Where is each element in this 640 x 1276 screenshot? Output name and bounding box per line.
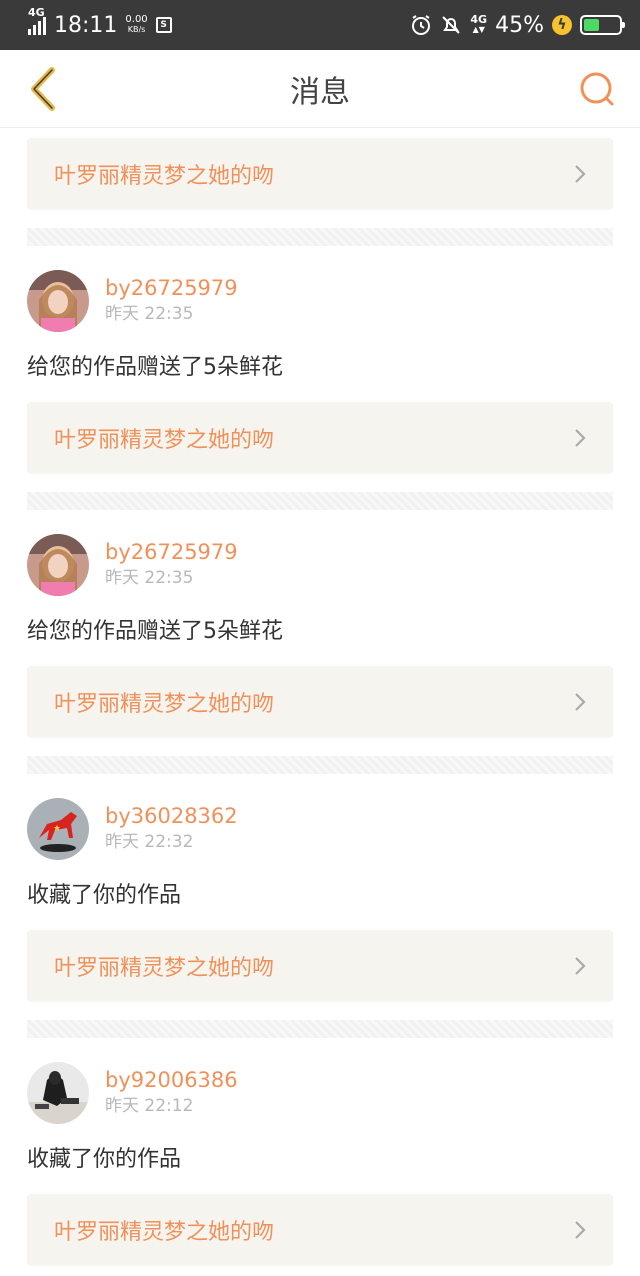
message-list: 叶罗丽精灵梦之她的吻 by26725979 昨天 22:35 给您的作品赠送了5… [0, 128, 640, 1276]
chevron-right-icon [571, 165, 589, 183]
battery-icon [580, 15, 625, 35]
mute-bell-icon [440, 14, 462, 36]
timestamp: 昨天 22:32 [105, 832, 194, 852]
work-link[interactable]: 叶罗丽精灵梦之她的吻 [27, 402, 613, 474]
battery-percent: 45% [495, 12, 544, 38]
chevron-right-icon [571, 957, 589, 975]
screenshot-icon: S [155, 17, 172, 33]
signal-icon: 4G [28, 6, 46, 35]
status-bar: 4G 18:11 0.00 KB/s S 4G ▲▼ 45% ϟ [0, 0, 640, 50]
chevron-right-icon [571, 693, 589, 711]
work-title: 叶罗丽精灵梦之她的吻 [54, 164, 275, 189]
search-icon [580, 72, 614, 105]
divider [27, 756, 613, 774]
divider [27, 1020, 613, 1038]
timestamp: 昨天 22:35 [105, 304, 194, 324]
work-title: 叶罗丽精灵梦之她的吻 [54, 956, 275, 981]
avatar[interactable] [27, 798, 89, 860]
work-title: 叶罗丽精灵梦之她的吻 [54, 428, 275, 453]
avatar[interactable] [27, 1062, 89, 1124]
user-row[interactable]: by26725979 昨天 22:35 [27, 270, 613, 332]
message-card: by26725979 昨天 22:35 给您的作品赠送了5朵鲜花 叶罗丽精灵梦之… [0, 510, 640, 774]
timestamp: 昨天 22:35 [105, 568, 194, 588]
user-row[interactable]: by92006386 昨天 22:12 [27, 1062, 613, 1124]
chevron-right-icon [571, 1221, 589, 1239]
divider [27, 492, 613, 510]
avatar[interactable] [27, 270, 89, 332]
search-button[interactable] [574, 66, 620, 112]
username[interactable]: by26725979 [105, 275, 238, 301]
message-card: by26725979 昨天 22:35 给您的作品赠送了5朵鲜花 叶罗丽精灵梦之… [0, 246, 640, 510]
action-text: 给您的作品赠送了5朵鲜花 [27, 619, 283, 644]
work-title: 叶罗丽精灵梦之她的吻 [54, 692, 275, 717]
charging-icon: ϟ [552, 15, 572, 35]
action-text: 收藏了你的作品 [27, 1147, 182, 1172]
network-speed: 0.00 KB/s [125, 14, 148, 35]
work-link[interactable]: 叶罗丽精灵梦之她的吻 [27, 666, 613, 738]
page-title: 消息 [290, 74, 350, 110]
work-link[interactable]: 叶罗丽精灵梦之她的吻 [27, 930, 613, 1002]
work-title: 叶罗丽精灵梦之她的吻 [54, 1220, 275, 1245]
network-type: 4G [28, 6, 45, 19]
divider [27, 228, 613, 246]
username[interactable]: by36028362 [105, 803, 238, 829]
avatar[interactable] [27, 534, 89, 596]
message-card: by36028362 昨天 22:32 收藏了你的作品 叶罗丽精灵梦之她的吻 [0, 774, 640, 1038]
username[interactable]: by26725979 [105, 539, 238, 565]
timestamp: 昨天 22:12 [105, 1096, 194, 1116]
message-card: by92006386 昨天 22:12 收藏了你的作品 叶罗丽精灵梦之她的吻 [0, 1038, 640, 1276]
action-text: 收藏了你的作品 [27, 883, 182, 908]
action-text: 给您的作品赠送了5朵鲜花 [27, 355, 283, 380]
nav-bar: 消息 [0, 50, 640, 128]
work-link[interactable]: 叶罗丽精灵梦之她的吻 [27, 1194, 613, 1266]
mobile-data-icon: 4G ▲▼ [470, 13, 488, 34]
back-button[interactable] [20, 66, 66, 112]
user-row[interactable]: by26725979 昨天 22:35 [27, 534, 613, 596]
chevron-left-icon [31, 66, 55, 111]
user-row[interactable]: by36028362 昨天 22:32 [27, 798, 613, 860]
clock: 18:11 [54, 12, 118, 38]
username[interactable]: by92006386 [105, 1067, 238, 1093]
message-card: 叶罗丽精灵梦之她的吻 [0, 128, 640, 246]
work-link[interactable]: 叶罗丽精灵梦之她的吻 [27, 138, 613, 210]
alarm-icon [410, 14, 432, 36]
chevron-right-icon [571, 429, 589, 447]
